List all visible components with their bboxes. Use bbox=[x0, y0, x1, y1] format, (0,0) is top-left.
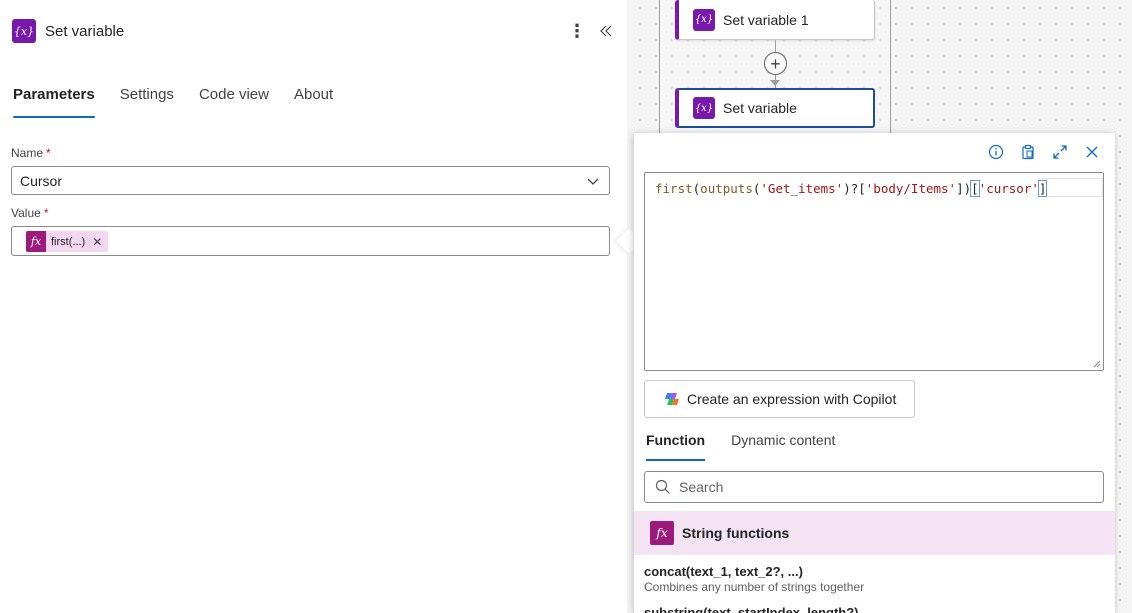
function-icon: fx bbox=[650, 521, 674, 545]
remove-token-icon[interactable]: ✕ bbox=[92, 235, 102, 249]
tab-code-view[interactable]: Code view bbox=[199, 86, 269, 118]
add-step-button[interactable]: + bbox=[764, 52, 787, 75]
panel-tabs: Parameters Settings Code view About bbox=[13, 86, 358, 118]
value-label-text: Value bbox=[11, 206, 41, 220]
text-caret bbox=[1046, 182, 1048, 197]
expr-function: first bbox=[655, 181, 693, 196]
search-icon bbox=[655, 479, 670, 494]
name-dropdown-value: Cursor bbox=[20, 172, 63, 189]
tab-function[interactable]: Function bbox=[646, 432, 706, 461]
more-options-icon[interactable]: ⋮ bbox=[565, 19, 589, 43]
function-item-substring[interactable]: substring(text, startIndex, length?) bbox=[644, 605, 859, 613]
function-search-box bbox=[644, 471, 1104, 503]
canvas-node-set-variable-selected[interactable]: {x} Set variable bbox=[675, 88, 875, 128]
panel-title: Set variable bbox=[45, 22, 125, 40]
tab-parameters[interactable]: Parameters bbox=[13, 86, 95, 118]
editor-tabs: Function Dynamic content bbox=[646, 432, 861, 461]
bracket-close: ] bbox=[1037, 180, 1048, 197]
search-input[interactable] bbox=[679, 479, 1079, 495]
panel-header: {x} Set variable ⋮ bbox=[12, 19, 617, 43]
expr-punct: ]) bbox=[956, 181, 972, 196]
tab-about[interactable]: About bbox=[294, 86, 333, 118]
function-signature: concat(text_1, text_2?, ...) bbox=[644, 564, 803, 579]
function-description: Combines any number of strings together bbox=[644, 580, 865, 594]
token-label: first(...) bbox=[51, 235, 86, 248]
collapse-panel-icon[interactable] bbox=[594, 19, 618, 43]
function-icon: fx bbox=[26, 231, 46, 252]
close-icon[interactable] bbox=[1081, 141, 1103, 163]
expr-string: 'body/Items' bbox=[865, 181, 957, 196]
tab-settings[interactable]: Settings bbox=[120, 86, 174, 118]
bracket-open: [ bbox=[970, 180, 980, 197]
arrow-down-icon bbox=[770, 80, 780, 86]
function-signature: substring(text, startIndex, length?) bbox=[644, 605, 859, 613]
expr-string: 'Get_items' bbox=[760, 181, 844, 196]
category-title: String functions bbox=[682, 525, 790, 541]
current-line-highlight bbox=[1041, 178, 1103, 197]
required-marker: * bbox=[46, 146, 51, 160]
node-label: Set variable bbox=[723, 100, 797, 116]
variable-icon: {x} bbox=[693, 97, 715, 119]
variable-icon: {x} bbox=[693, 8, 715, 31]
info-icon[interactable] bbox=[985, 141, 1007, 163]
expr-function: outputs bbox=[700, 181, 753, 196]
popup-toolbar bbox=[975, 141, 1103, 163]
function-item-concat[interactable]: concat(text_1, text_2?, ...) Combines an… bbox=[644, 564, 864, 594]
value-input[interactable]: fx first(...) ✕ bbox=[11, 226, 610, 256]
plus-icon: + bbox=[770, 53, 781, 74]
copilot-button-label: Create an expression with Copilot bbox=[687, 391, 897, 407]
expression-input[interactable]: first(outputs('Get_items')?['body/Items'… bbox=[644, 172, 1104, 371]
name-label-text: Name bbox=[11, 146, 44, 160]
expression-editor-popup: first(outputs('Get_items')?['body/Items'… bbox=[634, 133, 1115, 613]
canvas-node-set-variable-1[interactable]: {x} Set variable 1 bbox=[675, 0, 875, 40]
required-marker: * bbox=[43, 206, 49, 220]
value-field-label: Value * bbox=[11, 206, 48, 220]
copilot-icon bbox=[665, 393, 679, 405]
expand-icon[interactable] bbox=[1049, 141, 1071, 163]
expr-punct: )?[ bbox=[843, 181, 866, 196]
tab-dynamic-content[interactable]: Dynamic content bbox=[731, 432, 835, 461]
category-string-functions[interactable]: fx String functions bbox=[634, 511, 1115, 555]
expression-text: first(outputs('Get_items')?['body/Items'… bbox=[655, 180, 1048, 197]
expression-token[interactable]: fx first(...) ✕ bbox=[26, 231, 109, 252]
variable-icon: {x} bbox=[12, 19, 36, 43]
copilot-expression-button[interactable]: Create an expression with Copilot bbox=[644, 380, 915, 418]
node-label: Set variable 1 bbox=[723, 11, 809, 28]
expr-string: 'cursor' bbox=[978, 181, 1039, 196]
action-details-panel: {x} Set variable ⋮ Parameters Settings C… bbox=[0, 0, 627, 613]
clipboard-icon[interactable] bbox=[1017, 141, 1039, 163]
name-dropdown[interactable]: Cursor bbox=[11, 166, 610, 195]
name-field-label: Name * bbox=[11, 146, 51, 160]
chevron-down-icon bbox=[587, 178, 599, 185]
resize-grip-icon[interactable] bbox=[1093, 360, 1101, 368]
